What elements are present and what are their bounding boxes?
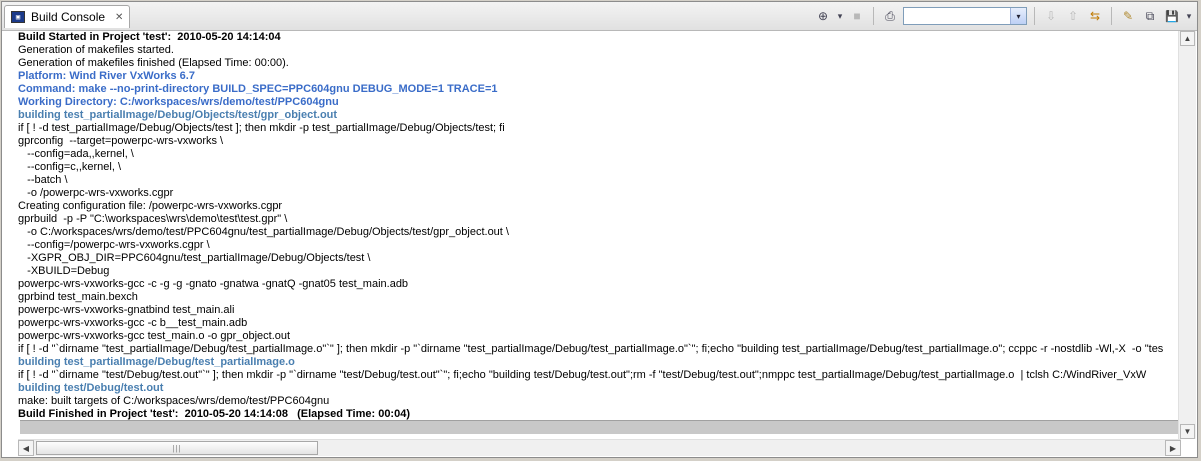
horizontal-scrollbar[interactable]: ◀ ||| ▶ xyxy=(18,439,1181,456)
console-line: building test/Debug/test.out xyxy=(18,382,164,394)
print-icon[interactable]: ⎙ xyxy=(881,7,899,25)
tab-title: Build Console xyxy=(31,10,106,24)
console-line: --batch \ xyxy=(18,174,68,186)
vertical-scrollbar[interactable]: ▲ ▼ xyxy=(1178,31,1196,439)
scroll-right-icon[interactable]: ▶ xyxy=(1165,440,1181,456)
close-icon[interactable]: ✕ xyxy=(115,12,123,23)
console-line: -o C:/workspaces/wrs/demo/test/PPC604gnu… xyxy=(18,226,509,238)
console-line: Generation of makefiles started. xyxy=(18,44,174,56)
console-line: gprbind test_main.bexch xyxy=(18,291,138,303)
stop-icon[interactable]: ■ xyxy=(848,7,866,25)
console-filter-combo[interactable]: ▾ xyxy=(903,7,1027,25)
build-console-view: ▣ Build Console ✕ ⊕ ▾ ■ ⎙ ▾ ⇩ ⇧ ⇆ ✎ ⧉ 💾 … xyxy=(1,1,1198,458)
scroll-thumb[interactable]: ||| xyxy=(36,441,318,455)
console-line: Working Directory: C:/workspaces/wrs/dem… xyxy=(18,96,339,108)
console-line: Creating configuration file: /powerpc-wr… xyxy=(18,200,283,212)
dropdown-chevron-icon[interactable]: ▾ xyxy=(836,7,844,25)
console-line: -XGPR_OBJ_DIR=PPC604gnu/test_partialImag… xyxy=(18,252,371,264)
scroll-up-icon[interactable]: ▲ xyxy=(1180,31,1195,46)
clear-console-icon[interactable]: ✎ xyxy=(1119,7,1137,25)
console-line: powerpc-wrs-vxworks-gcc -c b__test_main.… xyxy=(18,317,248,329)
console-line: make: built targets of C:/workspaces/wrs… xyxy=(18,395,330,407)
console-line: gprbuild -p -P "C:\workspaces\wrs\demo\t… xyxy=(18,213,288,225)
scroll-left-icon[interactable]: ◀ xyxy=(18,440,34,456)
toolbar-separator xyxy=(1111,7,1112,25)
toolbar-separator xyxy=(873,7,874,25)
view-toolbar: ⊕ ▾ ■ ⎙ ▾ ⇩ ⇧ ⇆ ✎ ⧉ 💾 ▾ xyxy=(814,5,1193,27)
scroll-down-icon[interactable]: ▼ xyxy=(1180,424,1195,439)
console-line: powerpc-wrs-vxworks-gnatbind test_main.a… xyxy=(18,304,235,316)
save-icon[interactable]: 💾 xyxy=(1163,7,1181,25)
console-line: if [ ! -d test_partialImage/Debug/Object… xyxy=(18,122,505,134)
console-line: --config=ada,,kernel, \ xyxy=(18,148,134,160)
view-titlebar: ▣ Build Console ✕ ⊕ ▾ ■ ⎙ ▾ ⇩ ⇧ ⇆ ✎ ⧉ 💾 … xyxy=(2,2,1197,31)
toolbar-separator xyxy=(1034,7,1035,25)
new-console-icon[interactable]: ⊕ xyxy=(814,7,832,25)
console-line: powerpc-wrs-vxworks-gcc test_main.o -o g… xyxy=(18,330,291,342)
console-line: Generation of makefiles finished (Elapse… xyxy=(18,57,289,69)
console-line: --config=c,,kernel, \ xyxy=(18,161,122,173)
chevron-down-icon[interactable]: ▾ xyxy=(1010,8,1026,24)
console-line: Build Started in Project 'test': 2010-05… xyxy=(18,31,281,43)
console-line: -XBUILD=Debug xyxy=(18,265,110,277)
console-line: Platform: Wind River VxWorks 6.7 xyxy=(18,70,195,82)
next-error-icon[interactable]: ⇩ xyxy=(1042,7,1060,25)
tab-build-console[interactable]: ▣ Build Console ✕ xyxy=(4,5,131,28)
console-output[interactable]: Build Started in Project 'test': 2010-05… xyxy=(18,31,1181,437)
console-input-line[interactable] xyxy=(20,420,1180,434)
scroll-lock-icon[interactable]: ⇆ xyxy=(1086,7,1104,25)
prev-error-icon[interactable]: ⇧ xyxy=(1064,7,1082,25)
console-line: -o /powerpc-wrs-vxworks.cgpr xyxy=(18,187,174,199)
console-line: --config=/powerpc-wrs-vxworks.cgpr \ xyxy=(18,239,210,251)
console-line: building test_partialImage/Debug/Objects… xyxy=(18,109,338,121)
console-line: powerpc-wrs-vxworks-gcc -c -g -g -gnato … xyxy=(18,278,409,290)
maximize-icon[interactable]: ⧉ xyxy=(1141,7,1159,25)
console-line: Command: make --no-print-directory BUILD… xyxy=(18,83,498,95)
console-line: building test_partialImage/Debug/test_pa… xyxy=(18,356,295,368)
view-menu-icon[interactable]: ▾ xyxy=(1185,7,1193,25)
console-line: gprconfig --target=powerpc-wrs-vxworks \ xyxy=(18,135,224,147)
console-icon: ▣ xyxy=(11,11,25,23)
console-line: if [ ! -d "`dirname "test/Debug/test.out… xyxy=(18,369,1147,381)
console-line: if [ ! -d "`dirname "test_partialImage/D… xyxy=(18,343,1164,355)
